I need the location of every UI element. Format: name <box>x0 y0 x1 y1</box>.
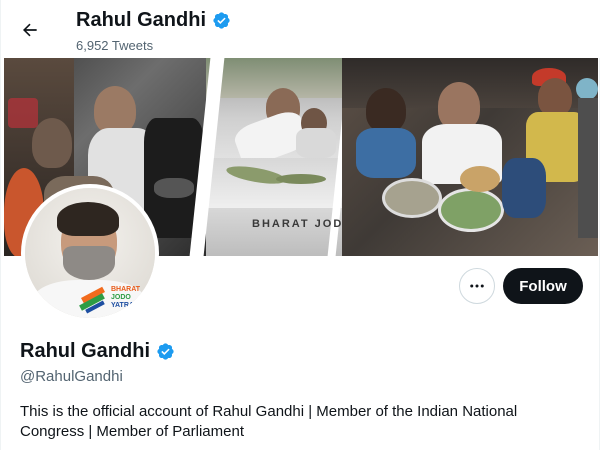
verified-badge-icon[interactable] <box>156 342 175 361</box>
banner-label: BHARAT JODO <box>252 218 354 230</box>
more-options-button[interactable] <box>459 268 495 304</box>
profile-page: Rahul Gandhi 6,952 Tweets BHARAT JODO BH… <box>0 0 600 450</box>
verified-badge-icon <box>213 12 230 29</box>
profile-bio: This is the official account of Rahul Ga… <box>20 403 518 440</box>
profile-avatar[interactable]: BHARAT JODO YATRA <box>21 184 159 322</box>
header-title: Rahul Gandhi <box>76 9 231 32</box>
profile-display-name: Rahul Gandhi <box>20 340 150 362</box>
arrow-left-icon <box>23 23 37 37</box>
profile-handle: @RahulGandhi <box>20 368 123 385</box>
bharat-jodo-logo: BHARAT JODO YATRA <box>111 286 141 309</box>
more-horizontal-icon <box>470 284 484 288</box>
banner-photo-meal <box>342 58 598 256</box>
header-name: Rahul Gandhi <box>76 9 206 31</box>
tweet-count: 6,952 Tweets <box>76 38 154 53</box>
profile-header-bar: Rahul Gandhi 6,952 Tweets <box>1 0 600 58</box>
follow-button[interactable]: Follow <box>503 268 583 304</box>
avatar-beard <box>63 246 115 280</box>
back-button[interactable] <box>13 13 47 47</box>
profile-name: Rahul Gandhi <box>20 340 175 363</box>
avatar-hair <box>57 202 119 236</box>
